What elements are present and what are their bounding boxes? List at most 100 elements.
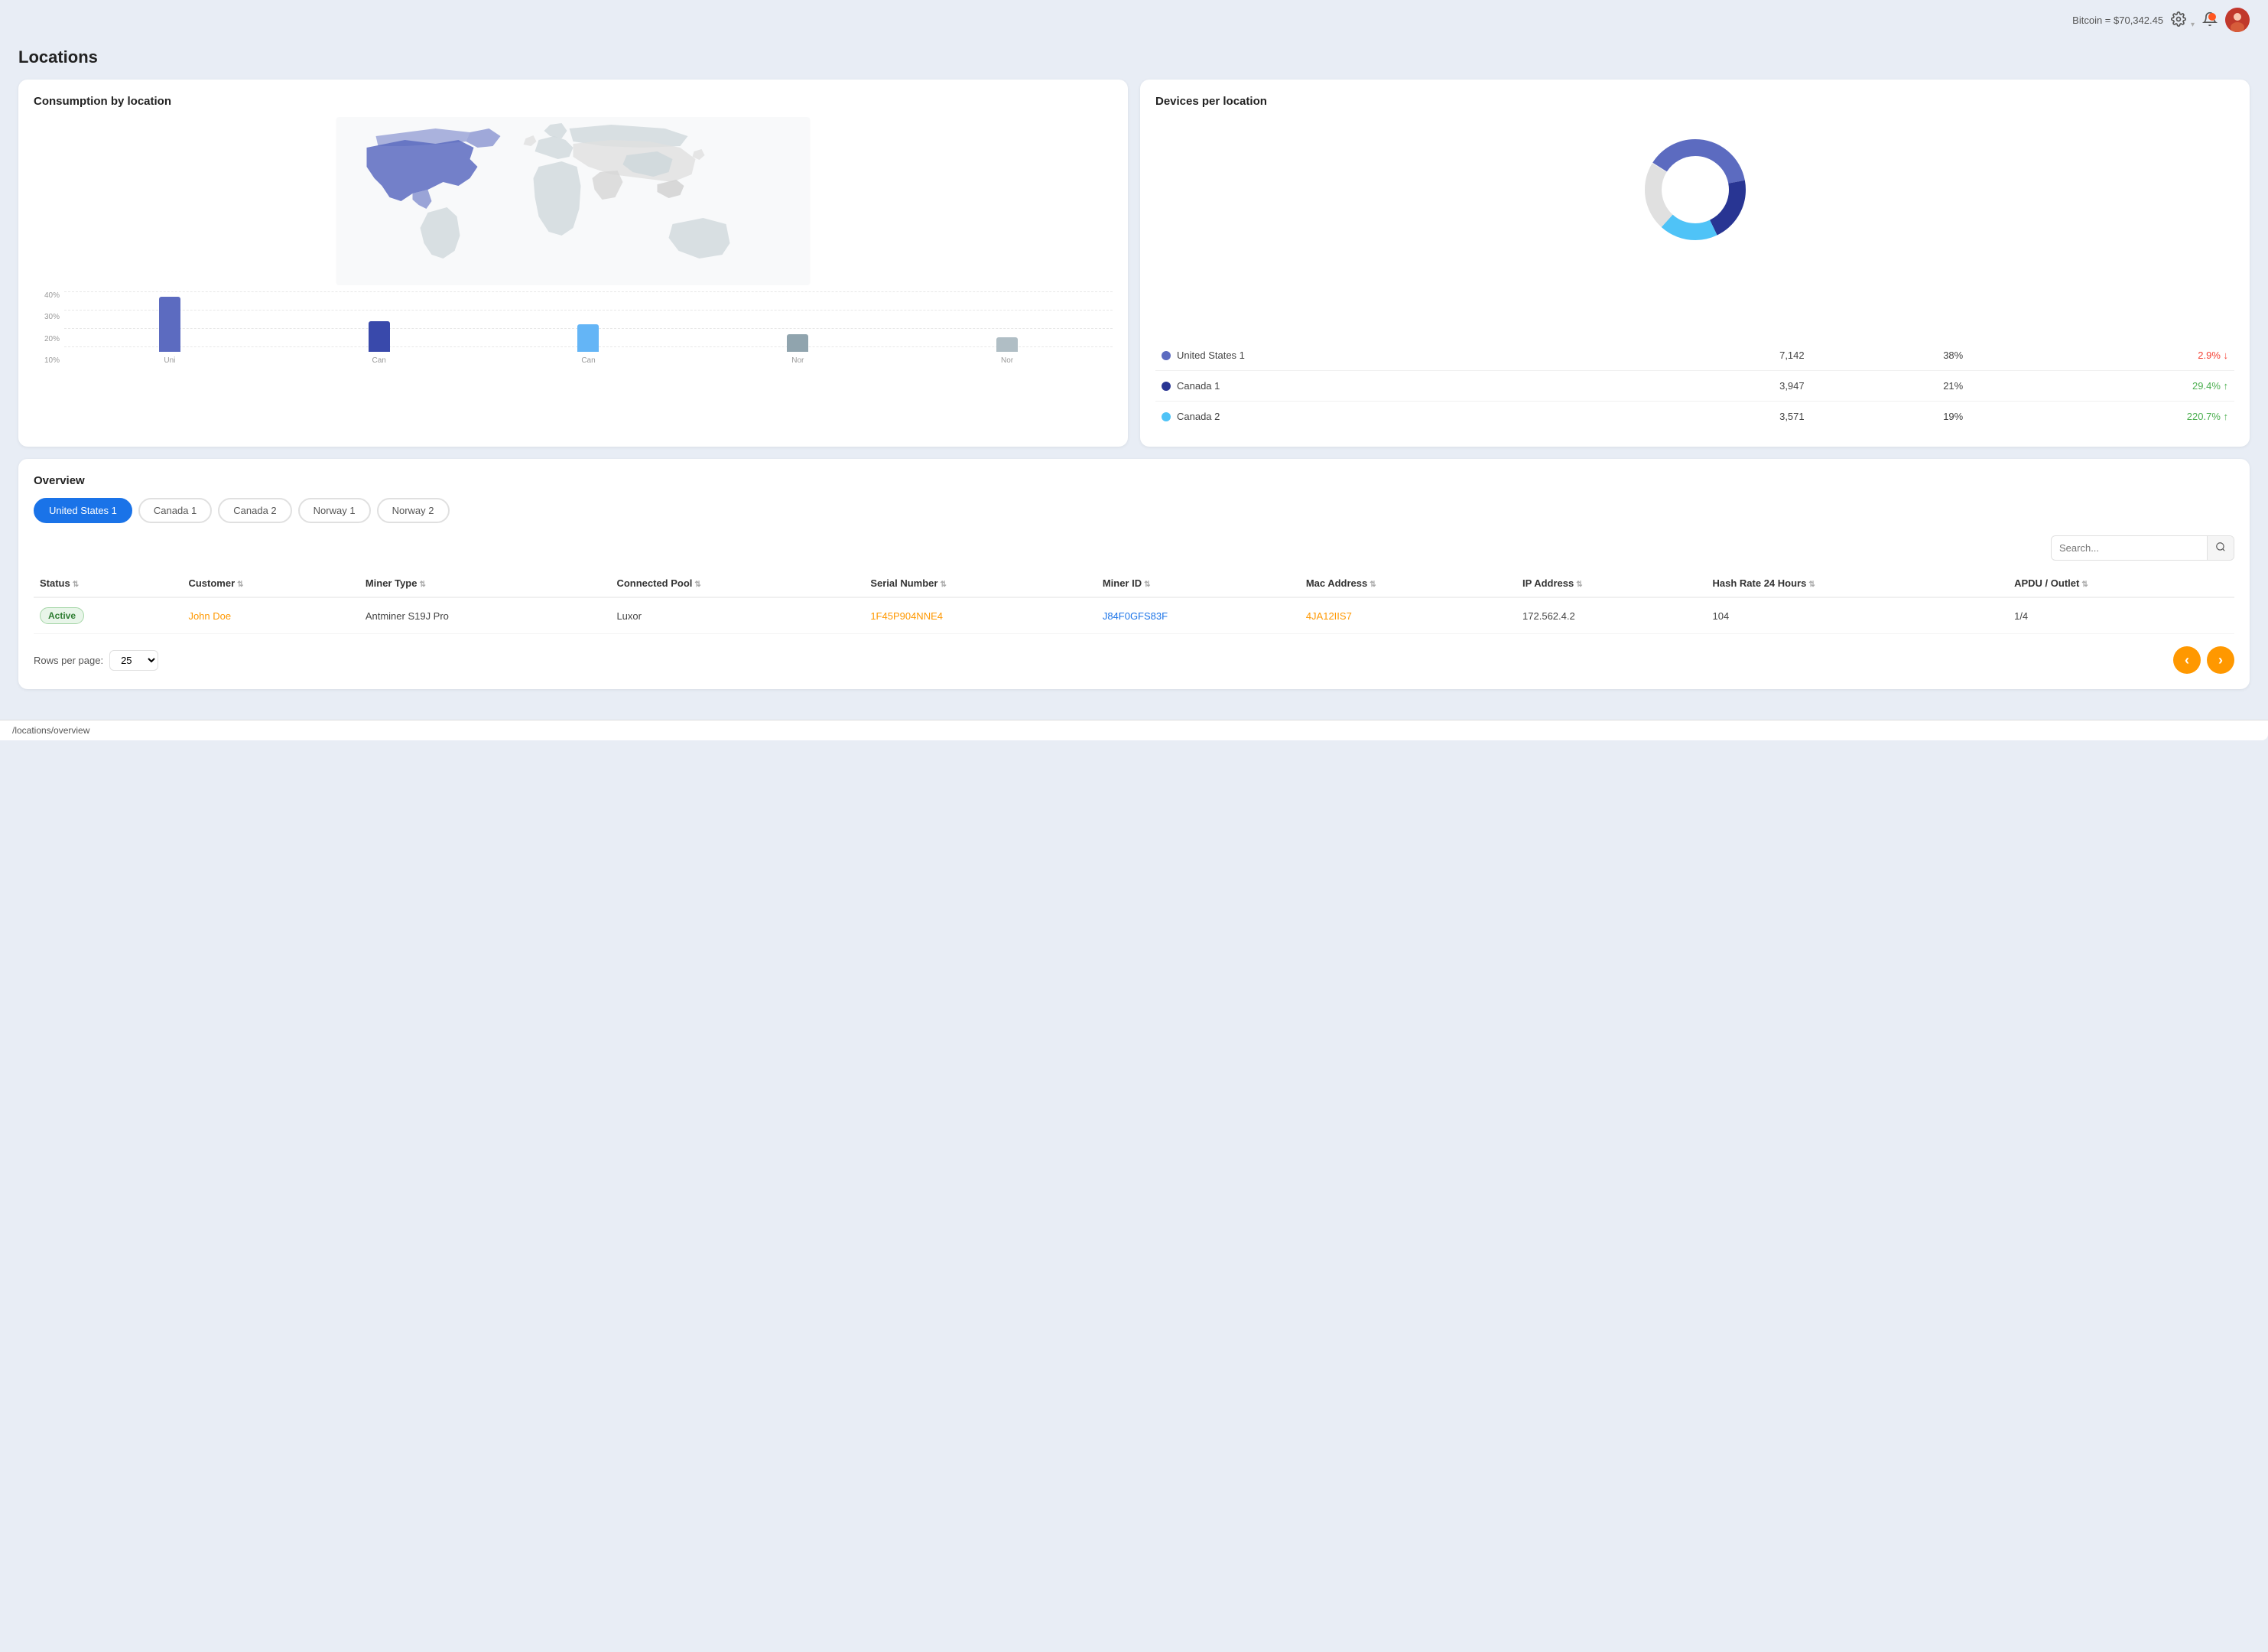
mac-link[interactable]: 4JA12IIS7 [1306, 610, 1352, 622]
bar-label: Can [372, 356, 386, 365]
main-content: Locations Consumption by location [0, 40, 2268, 720]
bar [996, 337, 1018, 352]
rows-per-page-select[interactable]: 25 50 100 [109, 650, 158, 671]
device-pct: 38% [1811, 340, 1970, 371]
chart-y-label-30: 30% [44, 313, 60, 321]
sort-icon: ⇅ [2081, 580, 2088, 589]
bar-group: Uni [72, 297, 268, 365]
serial-cell: 1F45P904NNE4 [864, 597, 1097, 634]
search-icon [2215, 541, 2226, 552]
table-header[interactable]: APDU / Outlet⇅ [2008, 570, 2234, 597]
bar [787, 334, 808, 352]
notification-icon-wrap[interactable] [2202, 11, 2218, 29]
breadcrumb-text: /locations/overview [12, 725, 89, 736]
rows-per-page: Rows per page: 25 50 100 [34, 650, 158, 671]
table-head: Status⇅Customer⇅Miner Type⇅Connected Poo… [34, 570, 2234, 597]
search-button[interactable] [2207, 536, 2234, 560]
status-badge: Active [40, 607, 84, 624]
miner-type-cell: Antminer S19J Pro [359, 597, 611, 634]
bar-label: Nor [791, 356, 804, 365]
device-change: 2.9% ↓ [1969, 340, 2234, 371]
bar-chart: 40% 30% 20% 10% UniCanCanNorNor [34, 291, 1113, 383]
location-tab[interactable]: Canada 2 [218, 498, 291, 523]
chart-y-label-40: 40% [44, 291, 60, 300]
location-tab[interactable]: United States 1 [34, 498, 132, 523]
location-tabs: United States 1Canada 1Canada 2 Norway 1N… [34, 498, 2234, 523]
bar-group: Can [281, 321, 477, 365]
bar [369, 321, 390, 352]
table-body: Active John Doe Antminer S19J Pro Luxor … [34, 597, 2234, 634]
chart-y-label-20: 20% [44, 335, 60, 343]
bar-group: Nor [909, 337, 1105, 365]
consumption-panel-title: Consumption by location [34, 95, 1113, 108]
world-map [34, 117, 1113, 285]
bar-group: Can [491, 324, 687, 365]
breadcrumb: /locations/overview [0, 720, 2268, 740]
devices-table-row: Canada 2 3,571 19% 220.7% ↑ [1155, 402, 2234, 432]
location-dot [1162, 412, 1171, 421]
location-tab[interactable]: Norway 1 [298, 498, 371, 523]
bar-group: Nor [700, 334, 895, 365]
sort-icon: ⇅ [694, 580, 700, 589]
search-row [34, 535, 2234, 561]
location-tab[interactable]: Canada 1 [138, 498, 212, 523]
table-header[interactable]: Status⇅ [34, 570, 182, 597]
data-table: Status⇅Customer⇅Miner Type⇅Connected Poo… [34, 570, 2234, 634]
sort-icon: ⇅ [1144, 580, 1150, 589]
gear-dropdown-arrow: ▾ [2191, 21, 2195, 29]
table-header[interactable]: Serial Number⇅ [864, 570, 1097, 597]
location-dot [1162, 351, 1171, 360]
sort-icon: ⇅ [73, 580, 79, 589]
avatar[interactable] [2225, 8, 2250, 32]
device-change: 29.4% ↑ [1969, 371, 2234, 402]
miner-id-link[interactable]: J84F0GFS83F [1103, 610, 1168, 622]
devices-table-row: Canada 1 3,947 21% 29.4% ↑ [1155, 371, 2234, 402]
serial-link[interactable]: 1F45P904NNE4 [870, 610, 943, 622]
location-tab[interactable]: Norway 2 [377, 498, 450, 523]
table-header[interactable]: Miner Type⇅ [359, 570, 611, 597]
device-change: 220.7% ↑ [1969, 402, 2234, 432]
mac-cell: 4JA12IIS7 [1300, 597, 1516, 634]
pool-cell: Luxor [610, 597, 864, 634]
search-input[interactable] [2052, 537, 2207, 559]
bars-area: Uni Can Can Nor Nor [64, 291, 1113, 365]
customer-cell: John Doe [182, 597, 359, 634]
bar-label: Nor [1001, 356, 1013, 365]
bar [159, 297, 180, 352]
bar [577, 324, 599, 352]
donut-chart-area [1155, 117, 2234, 331]
table-header[interactable]: Connected Pool⇅ [610, 570, 864, 597]
device-loc-name: Canada 1 [1155, 371, 1627, 402]
devices-panel: Devices per location [1140, 80, 2250, 447]
sort-icon: ⇅ [940, 580, 946, 589]
devices-table: United States 1 7,142 38% 2.9% ↓ Canada … [1155, 340, 2234, 431]
prev-page-button[interactable]: ‹ [2173, 646, 2201, 674]
table-header[interactable]: Customer⇅ [182, 570, 359, 597]
sort-icon: ⇅ [1808, 580, 1815, 589]
table-header[interactable]: Miner ID⇅ [1097, 570, 1300, 597]
bitcoin-price: Bitcoin = $70,342.45 [2072, 15, 2163, 26]
device-loc-name: Canada 2 [1155, 402, 1627, 432]
map-container [34, 117, 1113, 285]
topbar: Bitcoin = $70,342.45 ▾ [0, 0, 2268, 40]
table-header[interactable]: Hash Rate 24 Hours⇅ [1707, 570, 2009, 597]
sort-icon: ⇅ [1370, 580, 1376, 589]
table-header[interactable]: Mac Address⇅ [1300, 570, 1516, 597]
page-title: Locations [18, 47, 2250, 67]
devices-panel-title: Devices per location [1155, 95, 2234, 108]
table-header[interactable]: IP Address⇅ [1516, 570, 1706, 597]
overview-panel: Overview United States 1Canada 1Canada 2… [18, 459, 2250, 689]
settings-icon-wrap[interactable]: ▾ [2171, 11, 2195, 29]
rows-per-page-label: Rows per page: [34, 655, 103, 666]
sort-icon: ⇅ [419, 580, 425, 589]
customer-link[interactable]: John Doe [188, 610, 231, 622]
bar-label: Uni [164, 356, 175, 365]
next-page-button[interactable]: › [2207, 646, 2234, 674]
devices-table-row: United States 1 7,142 38% 2.9% ↓ [1155, 340, 2234, 371]
device-count: 3,571 [1627, 402, 1811, 432]
ip-cell: 172.562.4.2 [1516, 597, 1706, 634]
consumption-panel: Consumption by location [18, 80, 1128, 447]
location-dot [1162, 382, 1171, 391]
device-pct: 21% [1811, 371, 1970, 402]
page-nav: ‹ › [2173, 646, 2234, 674]
